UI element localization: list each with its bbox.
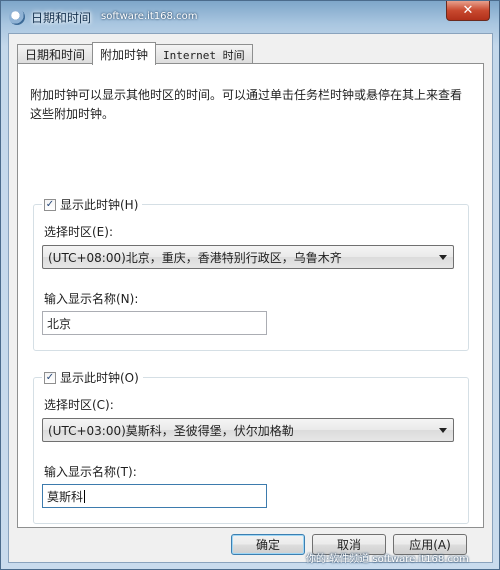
close-icon: ✕ [462,3,474,18]
clock1-group: ✓ 显示此时钟(H) 选择时区(E): (UTC+08:00)北京，重庆，香港特… [33,196,469,351]
clock1-name-label: 输入显示名称(N): [44,292,139,306]
checkmark-icon: ✓ [45,371,55,383]
chevron-down-icon [439,428,447,433]
clock1-timezone-select[interactable]: (UTC+08:00)北京，重庆，香港特别行政区，乌鲁木齐 [42,245,454,269]
clock1-header: ✓ 显示此时钟(H) [42,196,143,213]
tab-panel: 附加时钟可以显示其他时区的时间。可以通过单击任务栏时钟或悬停在其上来查看这些附加… [17,63,484,528]
title-bar[interactable]: 日期和时间 software.it168.com ✕ [1,1,500,33]
close-button[interactable]: ✕ [446,1,490,21]
clock2-show-checkbox[interactable]: ✓ [44,371,56,384]
clock2-timezone-label: 选择时区(C): [44,398,114,412]
dialog-window: 日期和时间 software.it168.com ✕ 日期和时间 附加时钟 In… [0,0,500,570]
watermark-top: software.it168.com [101,11,198,22]
clock1-timezone-label: 选择时区(E): [44,225,113,239]
description-text: 附加时钟可以显示其他时区的时间。可以通过单击任务栏时钟或悬停在其上来查看这些附加… [30,88,463,121]
dialog-client: 日期和时间 附加时钟 Internet 时间 附加时钟可以显示其他时区的时间。可… [8,33,493,563]
tab-strip: 日期和时间 附加时钟 Internet 时间 [17,42,253,65]
clock1-show-checkbox[interactable]: ✓ [44,198,56,211]
clock1-name-input[interactable]: 北京 [42,311,267,335]
clock2-header: ✓ 显示此时钟(O) [42,369,143,386]
clock2-show-label[interactable]: 显示此时钟(O) [60,369,139,386]
tab-additional-clocks[interactable]: 附加时钟 [92,42,157,65]
clock2-name-value: 莫斯科 [47,489,84,504]
ok-button[interactable]: 确定 [231,534,305,555]
text-caret [84,489,86,503]
tab-internet-time[interactable]: Internet 时间 [155,44,253,64]
clock-icon [9,9,25,25]
clock1-timezone-value: (UTC+08:00)北京，重庆，香港特别行政区，乌鲁木齐 [48,250,342,265]
window-title: 日期和时间 [31,11,92,25]
watermark-bottom: 你的·软件频道 software.it168.com [306,554,469,565]
checkmark-icon: ✓ [45,198,55,210]
clock2-name-input[interactable]: 莫斯科 [42,484,267,508]
clock2-name-label: 输入显示名称(T): [44,465,137,479]
tab-date-time[interactable]: 日期和时间 [17,44,94,64]
clock1-name-value: 北京 [47,316,72,331]
clock1-show-label[interactable]: 显示此时钟(H) [60,196,138,213]
chevron-down-icon [439,255,447,260]
clock2-group: ✓ 显示此时钟(O) 选择时区(C): (UTC+03:00)莫斯科，圣彼得堡，… [33,369,469,524]
clock2-timezone-select[interactable]: (UTC+03:00)莫斯科，圣彼得堡，伏尔加格勒 [42,418,454,442]
clock2-timezone-value: (UTC+03:00)莫斯科，圣彼得堡，伏尔加格勒 [48,423,294,438]
